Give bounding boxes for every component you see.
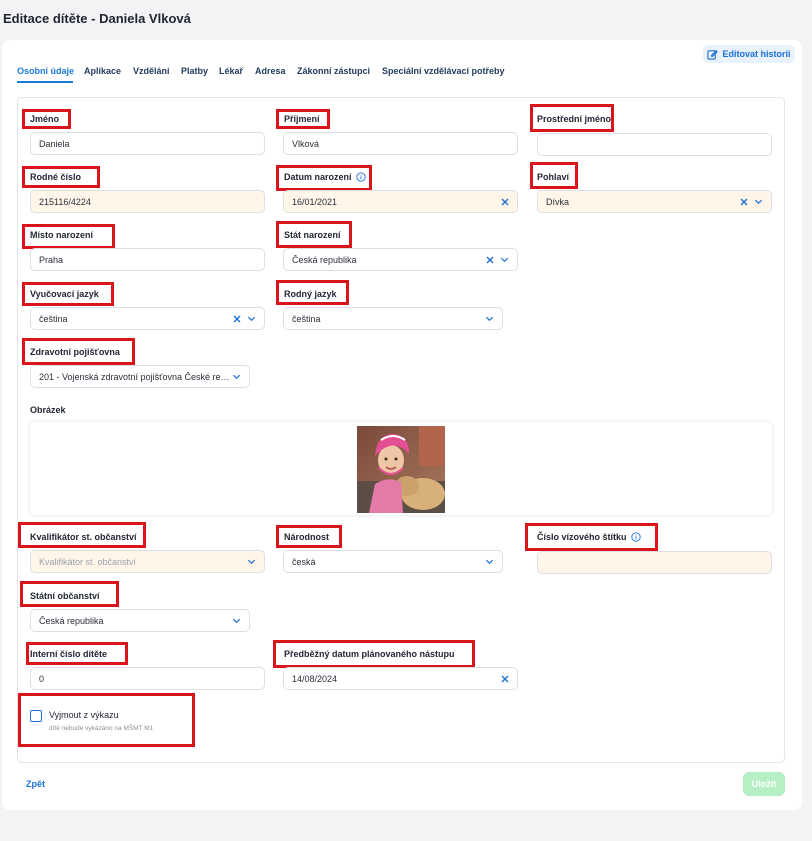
vyucovaci-jazyk-label: Vyučovací jazyk — [30, 289, 99, 299]
save-button[interactable]: Uložit — [743, 772, 785, 796]
tab-zakonni-zastupci[interactable]: Zákonní zástupci — [297, 66, 370, 76]
tab-osobni-udaje[interactable]: Osobní údaje — [17, 66, 74, 76]
misto-narozeni-label: Místo narození — [30, 230, 94, 240]
vizovy-stitek-label-wrap: Číslo vízového štítku — [537, 532, 641, 542]
rodny-jazyk-value: čeština — [292, 313, 321, 324]
exclude-note: dítě nebude vykázáno na MŠMT M1 — [49, 725, 154, 732]
statni-obcanstvi-select[interactable]: Česká republika — [30, 609, 250, 632]
active-tab-indicator — [17, 81, 73, 83]
chevron-down-icon[interactable] — [500, 255, 509, 264]
exclude-label: Vyjmout z výkazu — [49, 710, 119, 720]
interni-cislo-value: 0 — [39, 673, 45, 684]
rodne-cislo-input[interactable]: 215116/4224 — [30, 190, 265, 213]
datum-narozeni-value: 16/01/2021 — [292, 196, 338, 207]
rodny-jazyk-label: Rodný jazyk — [284, 289, 337, 299]
misto-narozeni-input[interactable]: Praha — [30, 248, 265, 271]
chevron-down-icon[interactable] — [232, 372, 241, 381]
obrazek-label: Obrázek — [30, 405, 66, 415]
tab-platby[interactable]: Platby — [181, 66, 208, 76]
statni-obcanstvi-value: Česká republika — [39, 615, 104, 626]
stat-narozeni-label: Stát narození — [284, 230, 341, 240]
rodny-jazyk-select[interactable]: čeština — [283, 307, 503, 330]
tab-aplikace[interactable]: Aplikace — [84, 66, 121, 76]
kvalifikator-label: Kvalifikátor st. občanství — [30, 532, 137, 542]
pohlavi-value: Dívka — [546, 196, 570, 207]
chevron-down-icon[interactable] — [485, 557, 494, 566]
chevron-down-icon[interactable] — [247, 557, 256, 566]
prijmeni-input[interactable]: Vlková — [283, 132, 518, 155]
vyucovaci-jazyk-value: čeština — [39, 313, 68, 324]
prostredni-jmeno-input[interactable] — [537, 133, 772, 156]
tab-specialni-potreby[interactable]: Speciální vzdělávací potřeby — [382, 66, 505, 76]
chevron-down-icon[interactable] — [754, 197, 763, 206]
info-icon[interactable] — [630, 532, 641, 542]
jmeno-label: Jméno — [30, 114, 60, 124]
narodnost-select[interactable]: česká — [283, 550, 503, 573]
prijmeni-label: Příjmení — [284, 114, 320, 124]
prostredni-jmeno-label: Prostřední jméno — [537, 114, 612, 124]
child-photo[interactable] — [357, 426, 445, 513]
stat-narozeni-value: Česká republika — [292, 254, 357, 265]
kvalifikator-placeholder: Kvalifikátor st. občanství — [39, 556, 137, 567]
vyucovaci-jazyk-select[interactable]: čeština — [30, 307, 265, 330]
chevron-down-icon[interactable] — [485, 314, 494, 323]
vizovy-stitek-input[interactable] — [537, 551, 772, 574]
clear-icon[interactable] — [740, 198, 748, 206]
datum-nastupu-label: Předběžný datum plánovaného nástupu — [284, 649, 455, 659]
datum-nastupu-input[interactable]: 14/08/2024 — [283, 667, 518, 690]
datum-narozeni-label: Datum narození — [284, 172, 352, 182]
clear-icon[interactable] — [486, 256, 494, 264]
rodne-cislo-value: 215116/4224 — [39, 196, 91, 207]
narodnost-label: Národnost — [284, 532, 329, 542]
datum-narozeni-label-wrap: Datum narození — [284, 172, 366, 182]
datum-nastupu-value: 14/08/2024 — [292, 673, 338, 684]
rodne-cislo-label: Rodné číslo — [30, 172, 82, 182]
statni-obcanstvi-label: Státní občanství — [30, 591, 100, 601]
pohlavi-label: Pohlaví — [537, 172, 570, 182]
chevron-down-icon[interactable] — [232, 616, 241, 625]
interni-cislo-input[interactable]: 0 — [30, 667, 265, 690]
clear-icon[interactable] — [233, 315, 241, 323]
page-title: Editace dítěte - Daniela Vlková — [3, 11, 191, 26]
misto-narozeni-value: Praha — [39, 254, 64, 265]
zdravotni-pojistovna-select[interactable]: 201 - Vojenská zdravotní pojišťovna Česk… — [30, 365, 250, 388]
chevron-down-icon[interactable] — [247, 314, 256, 323]
stat-narozeni-select[interactable]: Česká republika — [283, 248, 518, 271]
edit-icon — [707, 49, 719, 60]
edit-history-button[interactable]: Editovat historii — [703, 45, 795, 63]
back-link[interactable]: Zpět — [26, 779, 45, 789]
info-icon[interactable] — [355, 172, 366, 182]
datum-narozeni-input[interactable]: 16/01/2021 — [283, 190, 518, 213]
vizovy-stitek-label: Číslo vízového štítku — [537, 532, 627, 542]
clear-icon[interactable] — [501, 198, 509, 206]
edit-history-label: Editovat historii — [722, 49, 791, 59]
narodnost-value: česká — [292, 556, 316, 567]
pohlavi-select[interactable]: Dívka — [537, 190, 772, 213]
exclude-checkbox[interactable] — [30, 710, 42, 722]
kvalifikator-select[interactable]: Kvalifikátor st. občanství — [30, 550, 265, 573]
zdravotni-pojistovna-value: 201 - Vojenská zdravotní pojišťovna Česk… — [39, 371, 232, 382]
prijmeni-value: Vlková — [292, 138, 320, 149]
jmeno-input[interactable]: Daniela — [30, 132, 265, 155]
tab-adresa[interactable]: Adresa — [255, 66, 286, 76]
clear-icon[interactable] — [501, 675, 509, 683]
jmeno-value: Daniela — [39, 138, 70, 149]
zdravotni-pojistovna-label: Zdravotní pojišťovna — [30, 347, 120, 357]
tab-vzdelani[interactable]: Vzdělání — [133, 66, 170, 76]
tab-lekar[interactable]: Lékař — [219, 66, 243, 76]
interni-cislo-label: Interní číslo dítěte — [30, 649, 108, 659]
